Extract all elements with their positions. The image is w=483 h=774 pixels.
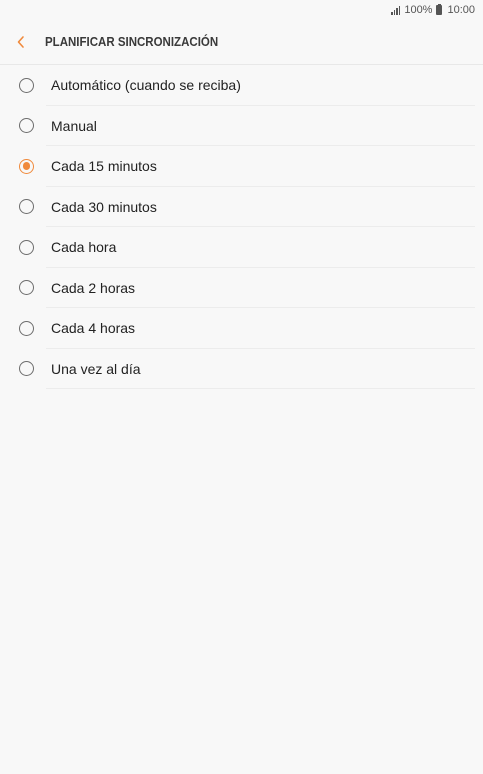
- option-label: Una vez al día: [51, 360, 141, 377]
- radio-button[interactable]: [19, 280, 34, 296]
- option-every-hour[interactable]: Cada hora: [0, 227, 483, 268]
- page-title: PLANIFICAR SINCRONIZACIÓN: [45, 35, 219, 49]
- radio-button[interactable]: [19, 158, 34, 174]
- option-label: Cada 2 horas: [51, 279, 136, 296]
- option-every-15-minutes[interactable]: Cada 15 minutos: [0, 146, 483, 187]
- option-label: Cada hora: [51, 239, 117, 256]
- radio-button[interactable]: [19, 199, 34, 215]
- status-bar: 100% 10:00: [0, 0, 483, 20]
- radio-button[interactable]: [19, 77, 34, 93]
- signal-icon: [391, 5, 401, 15]
- option-label: Cada 30 minutos: [51, 198, 157, 215]
- app-bar: PLANIFICAR SINCRONIZACIÓN: [0, 20, 483, 65]
- back-button[interactable]: [0, 20, 42, 64]
- option-manual[interactable]: Manual: [0, 106, 483, 147]
- radio-button[interactable]: [19, 320, 34, 336]
- option-automatic[interactable]: Automático (cuando se reciba): [0, 65, 483, 106]
- clock: 10:00: [447, 4, 475, 16]
- sync-schedule-options: Automático (cuando se reciba) Manual Cad…: [0, 65, 483, 389]
- option-label: Manual: [51, 117, 97, 134]
- option-every-30-minutes[interactable]: Cada 30 minutos: [0, 187, 483, 228]
- option-label: Automático (cuando se reciba): [51, 77, 241, 94]
- option-label: Cada 4 horas: [51, 320, 136, 337]
- chevron-left-icon: [17, 36, 24, 48]
- battery-percentage: 100%: [404, 4, 433, 16]
- radio-button[interactable]: [19, 118, 34, 134]
- option-label: Cada 15 minutos: [51, 158, 157, 175]
- option-every-4-hours[interactable]: Cada 4 horas: [0, 308, 483, 349]
- radio-button[interactable]: [19, 361, 34, 377]
- option-every-2-hours[interactable]: Cada 2 horas: [0, 268, 483, 309]
- radio-button[interactable]: [19, 239, 34, 255]
- option-once-a-day[interactable]: Una vez al día: [0, 349, 483, 390]
- battery-icon: [436, 3, 443, 15]
